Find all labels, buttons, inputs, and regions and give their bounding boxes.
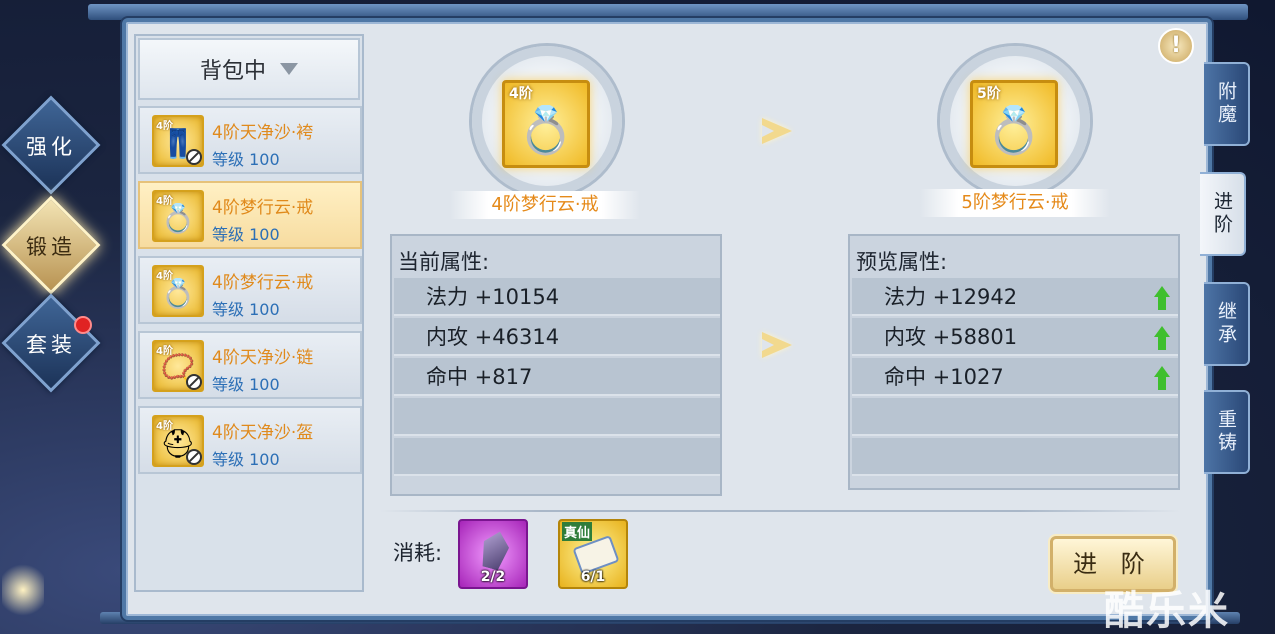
crystal-icon[interactable]: 2/2 <box>458 519 528 589</box>
cost-label: 消耗: <box>393 541 443 565</box>
tab-inherit[interactable]: 继承 <box>1204 282 1250 366</box>
stat-row: 法力 +12942 <box>852 278 1178 316</box>
bag-item-selected[interactable]: 4阶 💍 4阶梦行云·戒 等级 100 <box>138 181 362 249</box>
current-stats-header: 当前属性: <box>398 250 490 274</box>
tab-enchant[interactable]: 附魔 <box>1204 62 1250 146</box>
item-name: 4阶梦行云·戒 <box>212 198 314 218</box>
chevron-down-icon <box>280 63 298 75</box>
ring-icon: 4阶 💍 <box>152 190 204 242</box>
bag-dropdown-label: 背包中 <box>199 59 266 84</box>
bag-panel: 背包中 4阶 👖 4阶天净沙·袴 等级 100 4阶 💍 4阶梦行云·戒 等级 10… <box>134 34 364 592</box>
lantern-decoration <box>2 560 44 620</box>
item-level: 等级 100 <box>212 375 280 394</box>
bag-item[interactable]: 4阶 💍 4阶梦行云·戒 等级 100 <box>138 256 362 324</box>
bag-item[interactable]: 4阶 ⛑ 4阶天净沙·盔 等级 100 <box>138 406 362 474</box>
helmet-icon: 4阶 ⛑ <box>152 415 204 467</box>
stat-row-empty <box>394 438 720 476</box>
preview-item-name: 5阶梦行云·戒 <box>920 189 1110 217</box>
watermark: 酷乐米 <box>1104 588 1230 634</box>
stats-arrow-icon <box>762 332 792 358</box>
preview-stats-header: 预览属性: <box>856 250 948 274</box>
divider <box>380 510 1180 512</box>
ring-icon: 4阶 💍 <box>152 265 204 317</box>
notification-badge <box>74 316 92 334</box>
tab-advance[interactable]: 进阶 <box>1200 172 1246 256</box>
upgrade-arrow-icon <box>762 118 792 144</box>
stat-row: 内攻 +58801 <box>852 318 1178 356</box>
current-level-tag: 4阶 <box>509 86 533 102</box>
item-name: 4阶梦行云·戒 <box>212 273 314 293</box>
scroll-count: 6/1 <box>580 569 606 585</box>
item-name: 4阶天净沙·盔 <box>212 423 314 443</box>
preview-level-tag: 5阶 <box>977 86 1001 102</box>
bag-dropdown[interactable]: 背包中 <box>138 38 360 100</box>
crystal-count: 2/2 <box>480 569 506 585</box>
stat-row: 命中 +1027 <box>852 358 1178 396</box>
stat-row-empty <box>394 398 720 436</box>
pants-icon: 4阶 👖 <box>152 115 204 167</box>
stat-row: 法力 +10154 <box>394 278 720 316</box>
stat-row: 内攻 +46314 <box>394 318 720 356</box>
arrow-up-icon <box>1154 326 1170 350</box>
item-level: 等级 100 <box>212 300 280 319</box>
stat-row-empty <box>852 398 1178 436</box>
preview-stats-panel: 预览属性: 法力 +12942 内攻 +58801 命中 +1027 <box>848 234 1180 490</box>
info-icon[interactable]: ! <box>1158 28 1194 64</box>
bag-item[interactable]: 4阶 📿 4阶天净沙·链 等级 100 <box>138 331 362 399</box>
current-stats-panel: 当前属性: 法力 +10154 内攻 +46314 命中 +817 <box>390 234 722 496</box>
bag-item[interactable]: 4阶 👖 4阶天净沙·袴 等级 100 <box>138 106 362 174</box>
current-ring-icon[interactable]: 4阶 💍 <box>502 80 590 168</box>
forge-menu-label: 锻造 <box>26 235 76 259</box>
scroll-tag: 真仙 <box>562 522 593 541</box>
item-name: 4阶天净沙·链 <box>212 348 314 368</box>
necklace-icon: 4阶 📿 <box>152 340 204 392</box>
item-name: 4阶天净沙·袴 <box>212 123 314 143</box>
item-level: 等级 100 <box>212 225 280 244</box>
item-level: 等级 100 <box>212 150 280 169</box>
arrow-up-icon <box>1154 286 1170 310</box>
scroll-icon[interactable]: 真仙 6/1 <box>558 519 628 589</box>
item-level: 等级 100 <box>212 450 280 469</box>
tab-recast[interactable]: 重铸 <box>1204 390 1250 474</box>
locked-icon <box>186 374 202 390</box>
current-item-name: 4阶梦行云·戒 <box>450 191 640 219</box>
locked-icon <box>186 449 202 465</box>
locked-icon <box>186 149 202 165</box>
strengthen-menu-label: 强化 <box>26 135 76 159</box>
stat-row: 命中 +817 <box>394 358 720 396</box>
stat-row-empty <box>852 438 1178 476</box>
arrow-up-icon <box>1154 366 1170 390</box>
preview-ring-icon[interactable]: 5阶 💍 <box>970 80 1058 168</box>
